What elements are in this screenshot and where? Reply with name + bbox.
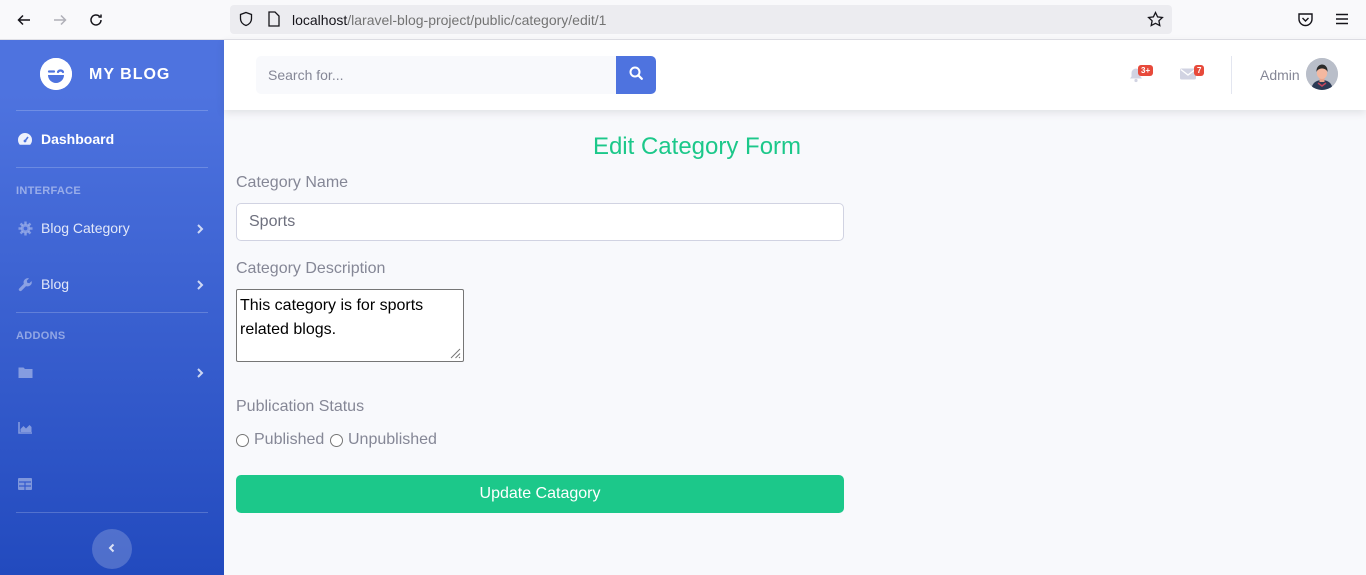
page-icon[interactable] [267, 11, 281, 32]
address-bar[interactable]: localhost/laravel-blog-project/public/ca… [230, 5, 1172, 34]
laugh-wink-icon [40, 58, 72, 90]
chevron-right-icon [194, 278, 206, 290]
publication-status-label: Publication Status [236, 398, 365, 415]
sidebar-divider [16, 167, 208, 168]
sidebar-item-label: Dashboard [41, 131, 115, 147]
sidebar-item-blog[interactable]: Blog [0, 264, 224, 304]
user-name[interactable]: Admin [1260, 67, 1300, 83]
url-host: localhost [292, 12, 348, 28]
radio-published[interactable]: Published [236, 431, 324, 449]
category-description-label: Category Description [236, 260, 386, 277]
radio-label: Unpublished [348, 431, 437, 448]
table-icon [17, 476, 33, 492]
sidebar-item-tables[interactable] [0, 464, 224, 504]
category-description-textarea[interactable]: This category is for sports related blog… [236, 289, 464, 362]
folder-icon [17, 364, 33, 380]
radio-label: Published [254, 431, 325, 448]
topbar-divider [1231, 56, 1232, 94]
url-text[interactable]: localhost/laravel-blog-project/public/ca… [292, 12, 606, 28]
sidebar-divider [16, 512, 208, 513]
cog-icon [17, 220, 33, 236]
chevron-left-icon [107, 540, 117, 558]
radio-unpublished[interactable]: Unpublished [330, 431, 437, 449]
sidebar: MY BLOG Dashboard INTERFACE Blog Categor… [0, 40, 224, 575]
shield-icon[interactable] [238, 11, 254, 32]
chevron-right-icon [194, 222, 206, 234]
tachometer-icon [17, 131, 33, 147]
radio-button[interactable] [236, 433, 249, 447]
url-path: /laravel-blog-project/public/category/ed… [347, 12, 607, 28]
category-name-label: Category Name [236, 174, 349, 191]
sidebar-item-label: Blog Category [41, 220, 130, 236]
alerts-badge: 3+ [1138, 65, 1154, 76]
category-name-input[interactable] [236, 203, 844, 241]
sidebar-item-pages[interactable] [0, 352, 224, 392]
back-icon[interactable] [14, 10, 34, 30]
chart-area-icon [17, 420, 33, 436]
topbar: 3+ 7 Admin [224, 40, 1366, 110]
search-button[interactable] [616, 56, 656, 94]
form-title: Edit Category Form [592, 133, 802, 160]
search-input[interactable] [256, 56, 616, 94]
sidebar-heading-addons: ADDONS [16, 330, 66, 342]
bookmark-star-icon[interactable] [1147, 10, 1164, 33]
wrench-icon [17, 276, 33, 292]
sidebar-item-charts[interactable] [0, 408, 224, 448]
update-category-button[interactable]: Update Catagory [236, 475, 844, 513]
menu-icon[interactable] [1334, 11, 1350, 32]
sidebar-toggle-button[interactable] [92, 529, 132, 569]
avatar[interactable] [1306, 58, 1338, 90]
sidebar-item-dashboard[interactable]: Dashboard [0, 119, 224, 159]
radio-button[interactable] [330, 433, 343, 447]
brand-link[interactable]: MY BLOG [0, 40, 224, 110]
messages-badge: 7 [1194, 65, 1205, 76]
sidebar-divider [16, 312, 208, 313]
sidebar-item-label: Blog [41, 276, 70, 292]
sidebar-divider [16, 110, 208, 111]
reload-icon[interactable] [86, 10, 106, 30]
chevron-right-icon [194, 366, 206, 378]
sidebar-heading-interface: INTERFACE [16, 185, 82, 197]
sidebar-item-blog-category[interactable]: Blog Category [0, 208, 224, 248]
search-icon [629, 66, 643, 85]
brand-text: MY BLOG [89, 66, 171, 83]
browser-toolbar: localhost/laravel-blog-project/public/ca… [0, 0, 1366, 40]
resize-grip-icon[interactable] [447, 345, 461, 359]
pocket-icon[interactable] [1297, 11, 1314, 33]
forward-icon[interactable] [50, 10, 70, 30]
